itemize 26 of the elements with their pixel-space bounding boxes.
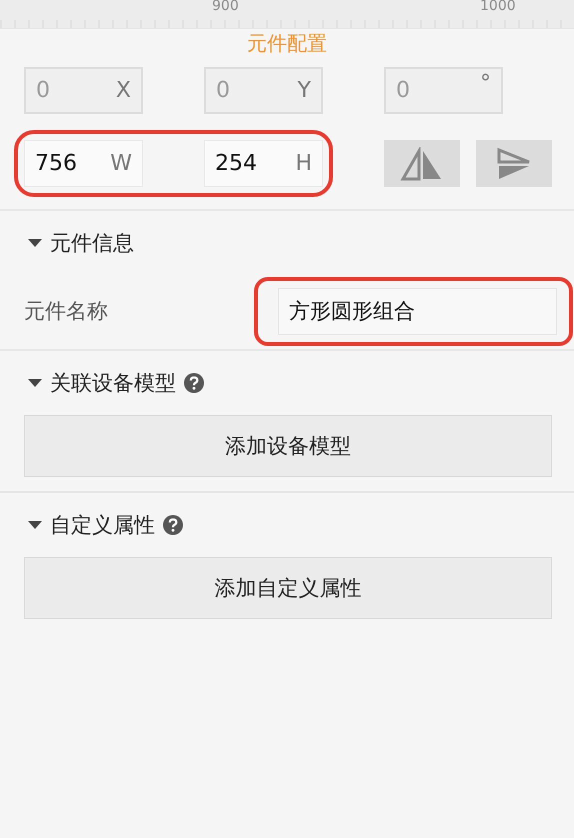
section-header[interactable]: 自定义属性 <box>0 493 574 557</box>
value-input[interactable]: 756 <box>35 151 95 176</box>
unit-label: W <box>110 151 132 176</box>
section-header[interactable]: 元件信息 <box>0 211 574 275</box>
caret-icon <box>28 239 42 247</box>
section-title: 元件信息 <box>50 230 134 257</box>
number-field[interactable]: 254 H <box>204 140 323 187</box>
name-input[interactable]: 方形圆形组合 <box>289 299 546 323</box>
caret-icon <box>28 379 42 387</box>
unit-label: H <box>295 151 312 176</box>
unit-label: X <box>116 78 131 103</box>
field-label: 元件名称 <box>24 298 108 325</box>
number-field[interactable]: 756 W <box>24 140 143 187</box>
value-input[interactable]: 254 <box>215 151 275 176</box>
section-header[interactable]: 关联设备模型 <box>0 351 574 415</box>
section-title: 关联设备模型 <box>50 370 176 397</box>
unit-label: ° <box>480 71 491 96</box>
flip-button[interactable] <box>476 140 552 187</box>
add-button[interactable]: 添加设备模型 <box>24 415 552 477</box>
unit-label: Y <box>298 78 311 103</box>
section-title: 自定义属性 <box>50 512 155 539</box>
add-button[interactable]: 添加自定义属性 <box>24 557 552 619</box>
name-field[interactable]: 方形圆形组合 <box>278 288 557 334</box>
panel-title: 元件配置 <box>246 31 328 55</box>
caret-icon <box>28 521 42 529</box>
flip-button[interactable] <box>384 140 460 187</box>
